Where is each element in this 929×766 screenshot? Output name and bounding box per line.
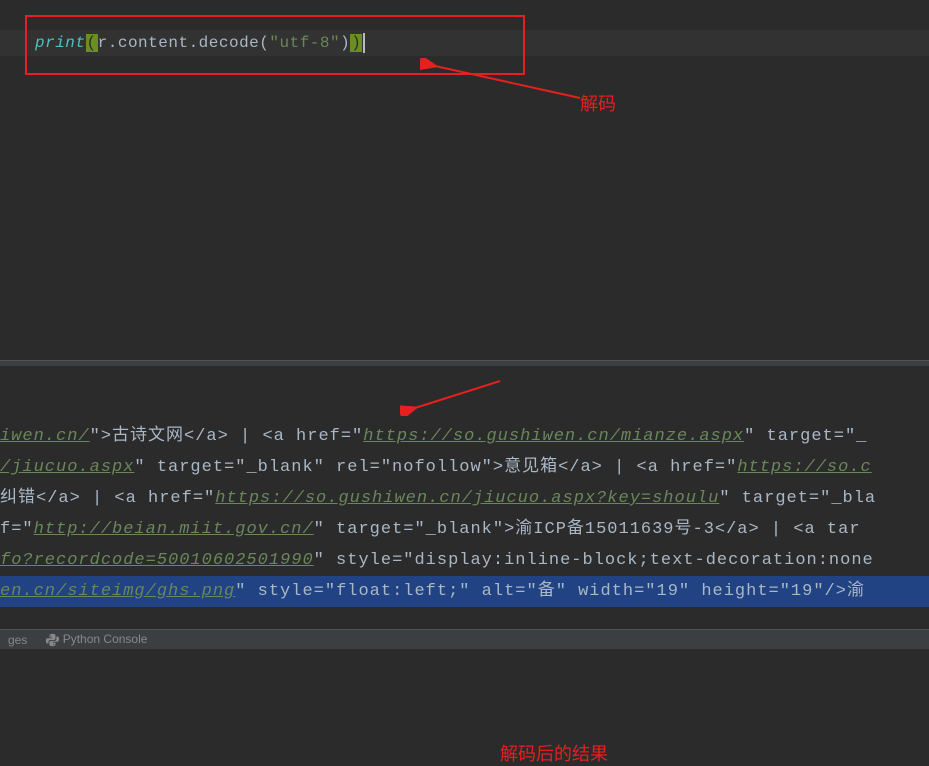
- output-line: iwen.cn/">古诗文网</a> | <a href="https://so…: [0, 421, 929, 452]
- console-gap: 解码后的结果: [0, 366, 929, 421]
- output-line: 纠错</a> | <a href="https://so.gushiwen.cn…: [0, 483, 929, 514]
- token-dot: .: [189, 34, 199, 52]
- python-icon: [45, 633, 59, 647]
- token-method: decode: [199, 34, 260, 52]
- annotation-decode-label: 解码: [580, 90, 616, 116]
- status-bar: ges Python Console: [0, 629, 929, 649]
- token-paren: (: [259, 34, 269, 52]
- token-close-paren: ): [350, 34, 362, 52]
- token-paren: ): [340, 34, 350, 52]
- code-editor[interactable]: print(r.content.decode("utf-8")) 解码: [0, 0, 929, 360]
- token-open-paren: (: [86, 34, 98, 52]
- console-output[interactable]: iwen.cn/">古诗文网</a> | <a href="https://so…: [0, 421, 929, 607]
- output-line: f="http://beian.miit.gov.cn/" target="_b…: [0, 514, 929, 545]
- code-line[interactable]: print(r.content.decode("utf-8")): [0, 30, 929, 56]
- text-cursor: [363, 33, 365, 53]
- token-string: "utf-8": [269, 34, 340, 52]
- annotation-arrow-icon: [420, 58, 590, 108]
- token-dot: .: [108, 34, 118, 52]
- python-console-tab[interactable]: Python Console: [45, 632, 147, 647]
- output-line-selected: en.cn/siteimg/ghs.png" style="float:left…: [0, 576, 929, 607]
- annotation-arrow-icon: [400, 376, 520, 416]
- token-variable: r: [98, 34, 108, 52]
- annotation-result-label: 解码后的结果: [500, 740, 608, 766]
- token-property: content: [118, 34, 189, 52]
- status-item[interactable]: ges: [8, 633, 27, 647]
- token-function: print: [35, 34, 86, 52]
- output-line: /jiucuo.aspx" target="_blank" rel="nofol…: [0, 452, 929, 483]
- output-line: fo?recordcode=50010602501990" style="dis…: [0, 545, 929, 576]
